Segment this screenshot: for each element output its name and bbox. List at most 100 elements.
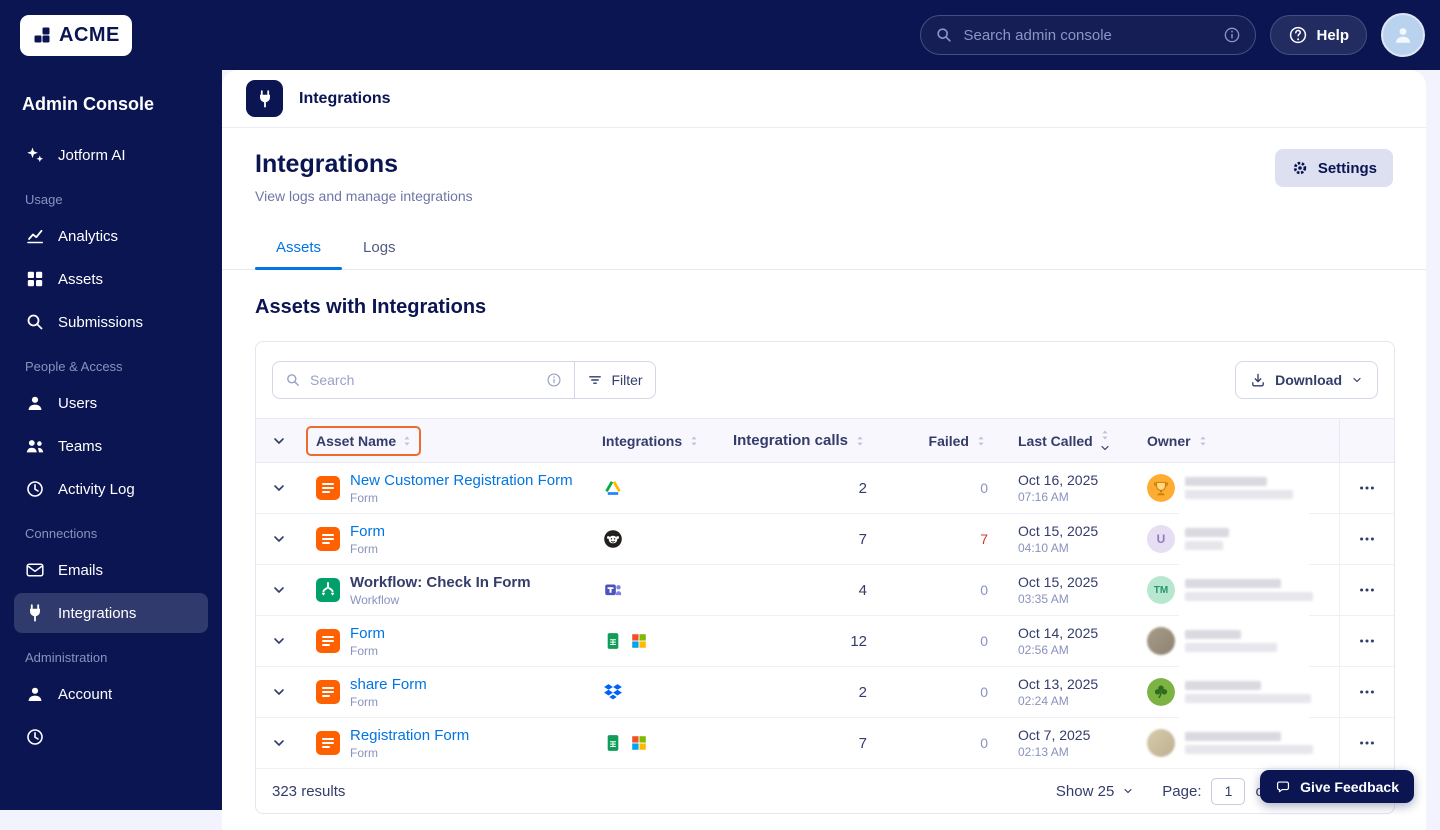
question-icon (1288, 25, 1308, 45)
speech-bubble-icon (1275, 779, 1291, 795)
sparkles-icon (25, 145, 45, 165)
sidebar-item-assets[interactable]: Assets (14, 259, 208, 299)
row-menu-button[interactable] (1352, 473, 1382, 503)
asset-name-link[interactable]: Form (350, 523, 385, 540)
sidebar-item-teams[interactable]: Teams (14, 426, 208, 466)
settings-button[interactable]: Settings (1275, 149, 1393, 187)
sidebar-section-connections: Connections (25, 526, 208, 541)
sidebar-item-label: Analytics (58, 228, 118, 245)
give-feedback-button[interactable]: Give Feedback (1260, 770, 1414, 803)
breadcrumb-label: Integrations (299, 90, 391, 108)
page-label: Page: (1162, 783, 1201, 800)
tab-assets[interactable]: Assets (255, 228, 342, 269)
table-search-input[interactable] (310, 372, 537, 388)
asset-name-link[interactable]: Registration Form (350, 727, 469, 744)
dropbox-icon (602, 681, 624, 703)
integration-calls-value: 2 (701, 667, 881, 717)
microsoft-teams-icon (602, 579, 624, 601)
asset-name-link[interactable]: share Form (350, 676, 427, 693)
column-header-integrations[interactable]: Integrations (581, 419, 701, 462)
expand-row-button[interactable] (266, 577, 292, 603)
sidebar-item-users[interactable]: Users (14, 383, 208, 423)
line-chart-icon (25, 226, 45, 246)
acme-logo[interactable]: ACME (20, 15, 132, 56)
user-avatar[interactable] (1381, 13, 1425, 57)
expand-row-button[interactable] (266, 628, 292, 654)
main-panel: Integrations Integrations View logs and … (222, 70, 1426, 830)
expand-row-button[interactable] (266, 679, 292, 705)
integration-calls-value: 4 (701, 565, 881, 615)
acme-logo-icon (32, 25, 52, 45)
admin-search (920, 15, 1256, 55)
owner-avatar (1147, 474, 1175, 502)
sort-icon[interactable] (400, 434, 414, 448)
search-icon (285, 372, 301, 388)
owner-avatar: TM (1147, 576, 1175, 604)
sort-icon[interactable] (974, 434, 988, 448)
expand-row-button[interactable] (266, 475, 292, 501)
list-toolbar: Filter Download (256, 342, 1394, 418)
column-label: Failed (929, 433, 969, 449)
form-asset-icon (316, 731, 340, 755)
sidebar-item-jotform-ai[interactable]: Jotform AI (14, 135, 208, 175)
sidebar-item-analytics[interactable]: Analytics (14, 216, 208, 256)
redacted-owner-name (1185, 732, 1313, 754)
sort-icon[interactable] (687, 434, 701, 448)
last-called-time: 02:56 AM (1018, 643, 1098, 657)
expand-all-button[interactable] (266, 428, 292, 454)
sort-indicator-active[interactable] (1098, 428, 1112, 454)
sidebar-item-integrations[interactable]: Integrations (14, 593, 208, 633)
page-number-input[interactable] (1211, 778, 1245, 805)
sidebar-item-account[interactable]: Account (14, 674, 208, 714)
column-header-asset-name[interactable]: Asset Name (302, 419, 581, 462)
sort-icon[interactable] (1196, 434, 1210, 448)
grid-icon (25, 269, 45, 289)
sidebar-item-activity-log[interactable]: Activity Log (14, 469, 208, 509)
page-size-select[interactable]: Show 25 (1056, 783, 1134, 800)
owner-avatar: U (1147, 525, 1175, 553)
column-header-failed[interactable]: Failed (881, 419, 1001, 462)
admin-search-input[interactable] (963, 27, 1213, 44)
asset-name-link[interactable]: Form (350, 625, 385, 642)
clock-icon (25, 479, 45, 499)
expand-row-button[interactable] (266, 526, 292, 552)
sort-icon[interactable] (853, 434, 867, 448)
info-icon[interactable] (1223, 26, 1241, 44)
plug-icon (25, 603, 45, 623)
google-sheets-icon (602, 630, 624, 652)
sidebar-item-label: Account (58, 686, 112, 703)
info-icon[interactable] (546, 372, 562, 388)
sidebar-item-label: Emails (58, 562, 103, 579)
mailchimp-icon (602, 528, 624, 550)
row-menu-button[interactable] (1352, 626, 1382, 656)
tab-logs[interactable]: Logs (342, 228, 417, 269)
row-menu-button[interactable] (1352, 728, 1382, 758)
column-header-last-called[interactable]: Last Called (1001, 419, 1141, 462)
asset-name-link[interactable]: New Customer Registration Form (350, 472, 573, 489)
download-button-label: Download (1275, 372, 1342, 388)
settings-button-label: Settings (1318, 160, 1377, 177)
last-called-date: Oct 15, 2025 (1018, 574, 1098, 590)
assets-list-card: Filter Download Asset Name Integrations (255, 341, 1395, 814)
expand-row-button[interactable] (266, 730, 292, 756)
asset-name-link[interactable]: Workflow: Check In Form (350, 574, 531, 591)
failed-value: 0 (881, 667, 1001, 717)
help-button-label: Help (1316, 27, 1349, 44)
row-menu-button[interactable] (1352, 575, 1382, 605)
column-header-integration-calls[interactable]: Integration calls (701, 419, 881, 462)
sidebar-item-cutoff[interactable] (14, 717, 208, 757)
help-button[interactable]: Help (1270, 15, 1367, 55)
google-sheets-icon (602, 732, 624, 754)
row-menu-button[interactable] (1352, 677, 1382, 707)
acme-logo-text: ACME (59, 24, 120, 47)
column-header-owner[interactable]: Owner (1141, 419, 1339, 462)
column-label: Last Called (1018, 433, 1093, 449)
trophy-avatar-icon (1147, 474, 1175, 502)
sidebar-section-administration: Administration (25, 650, 208, 665)
row-menu-button[interactable] (1352, 524, 1382, 554)
sidebar-item-submissions[interactable]: Submissions (14, 302, 208, 342)
download-button[interactable]: Download (1235, 361, 1378, 399)
filter-button[interactable]: Filter (574, 361, 656, 399)
sidebar-item-emails[interactable]: Emails (14, 550, 208, 590)
last-called-date: Oct 13, 2025 (1018, 676, 1098, 692)
